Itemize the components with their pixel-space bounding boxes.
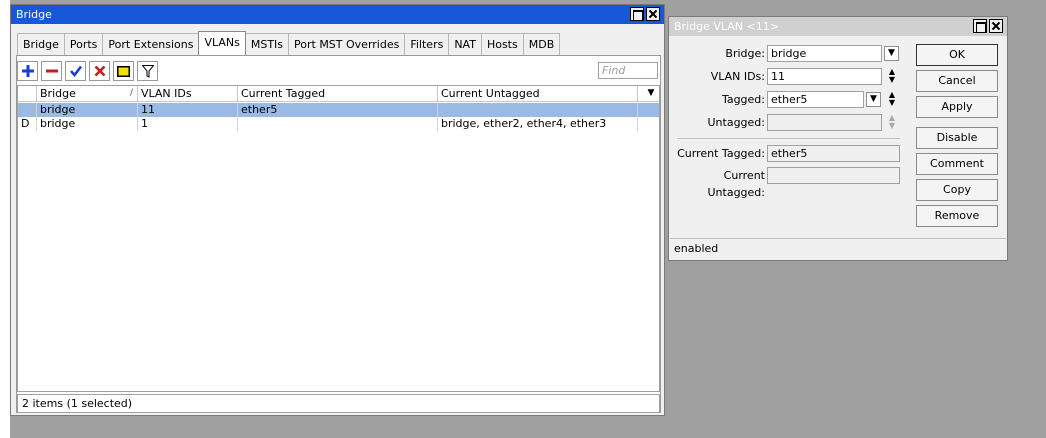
cancel-button[interactable]: Cancel [916,70,998,92]
tab-port-mst-overrides[interactable]: Port MST Overrides [288,33,406,55]
row-vlan-ids: 11 [138,103,238,117]
tab-hosts[interactable]: Hosts [480,33,524,55]
untagged-spinner-icon[interactable]: ▲ ▼ [886,114,898,131]
toolbar [17,61,158,81]
tab-port-extensions[interactable]: Port Extensions [102,33,200,55]
untagged-label: Untagged: [707,116,766,129]
vlan-window-titlebar[interactable]: Bridge VLAN <11> [669,17,1007,36]
vlan-status-bar: enabled [670,238,1006,259]
current-untagged-field [767,167,900,184]
row-bridge: bridge [37,117,138,131]
column-vlan-ids[interactable]: VLAN IDs [138,86,238,102]
filter-button[interactable] [137,61,158,81]
row-vlan-ids: 1 [138,117,238,131]
comment-button[interactable]: Comment [916,153,998,175]
divider [677,138,900,139]
untagged-field[interactable] [767,114,882,131]
vlan-ids-spinner-icon[interactable]: ▲ ▼ [886,68,898,85]
sort-indicator: / [129,88,133,98]
tab-filters[interactable]: Filters [404,33,450,55]
tagged-dropdown-icon[interactable]: ▼ [866,92,881,107]
minus-icon [45,69,58,73]
table-header: Bridge / VLAN IDs Current Tagged Current… [18,86,659,102]
window-title: Bridge [16,8,52,21]
column-current-tagged[interactable]: Current Tagged [238,86,438,102]
close-icon[interactable] [989,19,1003,33]
bridge-window: Bridge Bridge Ports Port Extensions VLAN… [10,4,665,416]
column-bridge[interactable]: Bridge / [37,86,138,102]
add-button[interactable] [17,61,38,81]
filter-icon [141,64,154,78]
row-bridge: bridge [37,103,138,117]
bridge-window-titlebar[interactable]: Bridge [11,5,664,24]
ok-button[interactable]: OK [916,44,998,66]
maximize-icon[interactable] [630,7,644,21]
vlan-window-title: Bridge VLAN <11> [674,20,779,33]
copy-button[interactable]: Copy [916,179,998,201]
enable-button[interactable] [65,61,86,81]
table-row[interactable]: bridge 11 ether5 [18,103,659,117]
flag-column-header[interactable] [18,86,37,102]
current-tagged-field: ether5 [767,145,900,162]
remove-button[interactable] [41,61,62,81]
column-menu-icon[interactable]: ▼ [643,86,659,102]
bridge-vlan-window: Bridge VLAN <11> Bridge: bridge ▼ VLAN I… [668,16,1008,261]
row-current-tagged [238,117,438,131]
apply-button[interactable]: Apply [916,96,998,118]
row-flag [18,103,37,117]
current-tagged-label: Current Tagged: [677,147,765,160]
tab-mstis[interactable]: MSTIs [244,33,290,55]
column-bridge-label: Bridge [40,87,76,100]
checkmark-icon [69,65,82,77]
maximize-icon[interactable] [973,19,987,33]
tagged-label: Tagged: [721,93,765,106]
tab-ports[interactable]: Ports [63,33,104,55]
status-bar: 2 items (1 selected) [17,394,660,413]
vlan-ids-label: VLAN IDs: [710,70,765,83]
plus-icon [21,65,34,77]
tagged-select[interactable]: ether5 [767,91,864,108]
disable-button[interactable] [89,61,110,81]
vlan-ids-field[interactable]: 11 [767,68,882,85]
bridge-label: Bridge: [725,47,765,60]
close-icon[interactable] [646,7,660,21]
disable-button[interactable]: Disable [916,127,998,149]
note-icon [117,65,130,77]
tagged-spinner-icon[interactable]: ▲ ▼ [886,91,898,108]
tab-nat[interactable]: NAT [448,33,482,55]
tab-bridge[interactable]: Bridge [17,33,65,55]
row-current-untagged [438,103,638,117]
row-flag: D [18,117,37,131]
comment-button[interactable] [113,61,134,81]
tab-vlans[interactable]: VLANs [198,31,246,55]
bridge-dropdown-icon[interactable]: ▼ [884,46,899,61]
column-current-untagged[interactable]: Current Untagged [438,86,638,102]
row-current-untagged: bridge, ether2, ether4, ether3 [438,117,638,131]
remove-button[interactable]: Remove [916,205,998,227]
tab-mdb[interactable]: MDB [522,33,561,55]
vlan-table: Bridge / VLAN IDs Current Tagged Current… [17,85,660,392]
bridge-select[interactable]: bridge [767,45,882,62]
x-icon [94,65,105,77]
tab-bar: Bridge Ports Port Extensions VLANs MSTIs… [17,31,561,55]
current-untagged-label: Current Untagged: [707,169,766,199]
row-current-tagged: ether5 [238,103,438,117]
table-row[interactable]: D bridge 1 bridge, ether2, ether4, ether… [18,117,659,131]
find-input[interactable]: Find [598,62,658,79]
